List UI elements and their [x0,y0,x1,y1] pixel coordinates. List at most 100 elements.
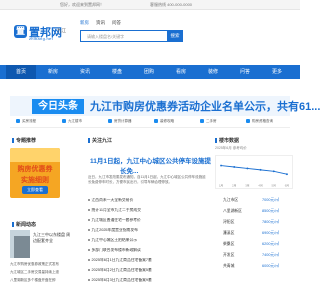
promo-line1: 购房优惠券 [17,166,53,173]
section-title-center: 关注九江 [88,137,112,144]
tab-news[interactable]: 资讯 [96,20,105,26]
center-headline-cont[interactable]: 长免... [120,165,138,175]
nav-item[interactable]: 首页 [6,65,36,79]
tab-qa[interactable]: 问答 [112,20,121,26]
center-news-label: 2025年6月1日九江商品住宅备案7套 [91,258,152,262]
market-area-name[interactable]: 浔阳区 [223,220,234,225]
center-news-item[interactable]: 九江2025年度置业指南发布 [88,228,200,233]
left-news-item[interactable]: 八里湖新区多个楼盘开盘在即 [10,278,72,283]
search-input[interactable]: 请输入楼盘名/关键字 [87,34,124,40]
quick-link-label: 九江楼市 [68,119,82,123]
market-area-price: 6000元/㎡ [262,264,280,268]
center-news-item[interactable]: 九江中心城区土拍结果公示 [88,238,200,243]
center-news-item[interactable]: 统计11月全市九江二手房成交 [88,208,200,213]
title-bar [12,222,14,228]
bullet-icon [88,209,90,211]
city-selector[interactable]: 九江 [57,28,66,34]
left-news-item[interactable]: 九江城区二手房交易量持续上涨 [10,270,72,275]
top-bar: 您好，欢迎来到置邦网！ 客服热线 400-000-0000 [0,0,300,10]
nav-item[interactable]: 资讯 [70,65,100,79]
center-news-label: 九江2025年度置业指南发布 [91,228,138,232]
market-area-name[interactable]: 开发区 [223,253,234,258]
center-news-label: 多部门联合发布楼市新政解读 [91,248,141,252]
quick-link[interactable]: 九江楼市 [62,119,82,124]
quick-link-label: 买房流程 [22,119,36,123]
quick-link[interactable]: 二手房 [200,119,217,124]
x-tick-label: 6月 [285,184,290,188]
bullet-icon [88,259,90,261]
center-news-label: 2025年6月2日九江商品住宅备案5套 [91,268,152,272]
search-box[interactable]: 请输入楼盘名/关键字 搜索 [80,30,183,42]
market-area-price: 6900元/㎡ [262,231,280,235]
nav-item[interactable]: 问答 [230,65,260,79]
promo-cta-button[interactable]: 立即查看 [22,186,48,194]
price-trend-chart: 1月 2月 3月 4月 5月 6月 [215,155,293,189]
center-news-label: 统计11月全市九江二手房成交 [91,208,142,212]
nav-item[interactable]: 更多 [262,65,292,79]
welcome-text: 您好，欢迎来到置邦网！ [60,2,104,7]
nav-item[interactable]: 新房 [38,65,68,79]
market-area-price: 6200元/㎡ [262,242,280,246]
section-title-left-label: 专题推荐 [16,138,37,144]
center-news-item[interactable]: 九江城区普通住宅一套参考价 [88,218,200,223]
bullet-icon [88,269,90,271]
link-icon [154,119,158,124]
link-icon [62,119,66,124]
headline-banner[interactable]: 今日头条 九江市购房优惠券活动企业名单公示，共有61... [10,96,320,116]
bullet-icon [88,249,90,251]
x-tick-label: 5月 [272,184,277,188]
quick-link[interactable]: 买房流程 [16,119,36,124]
tab-newhouse[interactable]: 新房 [80,20,89,26]
quick-links: 买房流程 九江楼市 房贷计算器 装修攻略 二手房 购房资格查询 [10,116,290,128]
news-thumbnail-caption[interactable]: 九江三中以东楼盘 周边配套齐全 [33,232,73,244]
main-nav: 首页 新房 资讯 楼盘 团购 看房 装修 问答 更多 [0,65,300,79]
section-title-center-label: 关注九江 [92,138,113,144]
market-area-name[interactable]: 九江市区 [223,198,238,203]
center-news-item[interactable]: 多部门联合发布楼市新政解读 [88,248,200,253]
promo-card[interactable]: 购房优惠券 实施细则 立即查看 [10,148,60,198]
quick-link-label: 房贷计算器 [114,119,132,123]
market-area-name[interactable]: 柴桑区 [223,242,234,247]
search-button[interactable]: 搜索 [167,30,183,41]
headline-text[interactable]: 九江市购房优惠券活动企业名单公示，共有61... [90,98,320,114]
news-thumbnail[interactable] [10,230,30,258]
quick-link-label: 装修攻略 [160,119,174,123]
market-area-name[interactable]: 共青城 [223,264,234,269]
section-title-right: 楼市数据 [215,137,239,144]
bullet-icon [88,229,90,231]
link-icon [200,119,204,124]
section-title-left: 专题推荐 [12,137,36,144]
quick-link[interactable]: 房贷计算器 [108,119,132,124]
link-icon [16,119,20,124]
quick-link-label: 购房资格查询 [252,119,273,123]
market-label: 2025年6月 参考均价 [215,146,247,150]
center-news-label: 江西尚未一天全新交易价 [91,198,134,202]
nav-item[interactable]: 团购 [134,65,164,79]
center-summary: 近日，九江市发改委发布通知，自11月1日起，九江中心城区公共停车设施延长免费停车… [88,175,206,184]
market-area-price: 7400元/㎡ [262,253,280,257]
data-point [286,173,288,176]
site-logo[interactable]: 置 置邦网 zhibang.net [14,22,62,42]
center-news-item[interactable]: 2025年6月3日九江商品住宅备案9套 [88,278,200,283]
nav-item[interactable]: 看房 [166,65,196,79]
bullet-icon [88,199,90,201]
quick-link-label: 二手房 [206,119,217,123]
center-headline[interactable]: 11月1日起，九江中心城区公共停车设施提 [90,155,211,165]
market-panel: 2025年6月 参考均价 [215,146,293,154]
quick-link[interactable]: 装修攻略 [154,119,174,124]
market-area-name[interactable]: 八里湖新区 [223,209,242,214]
data-point [233,166,236,168]
x-tick-label: 3月 [245,184,250,188]
nav-item[interactable]: 装修 [198,65,228,79]
promo-line2: 实施细则 [21,177,49,184]
left-news-item[interactable]: 九江市购房优惠券政策正式发布 [10,262,72,267]
center-news-item[interactable]: 江西尚未一天全新交易价 [88,198,200,203]
quick-link[interactable]: 购房资格查询 [246,119,273,124]
nav-item[interactable]: 楼盘 [102,65,132,79]
center-news-label: 九江城区普通住宅一套参考价 [91,218,141,222]
data-point [246,167,249,170]
center-news-item[interactable]: 2025年6月1日九江商品住宅备案7套 [88,258,200,263]
logo-mark: 置 [14,25,27,38]
market-area-name[interactable]: 濂溪区 [223,231,234,236]
center-news-item[interactable]: 2025年6月2日九江商品住宅备案5套 [88,268,200,273]
